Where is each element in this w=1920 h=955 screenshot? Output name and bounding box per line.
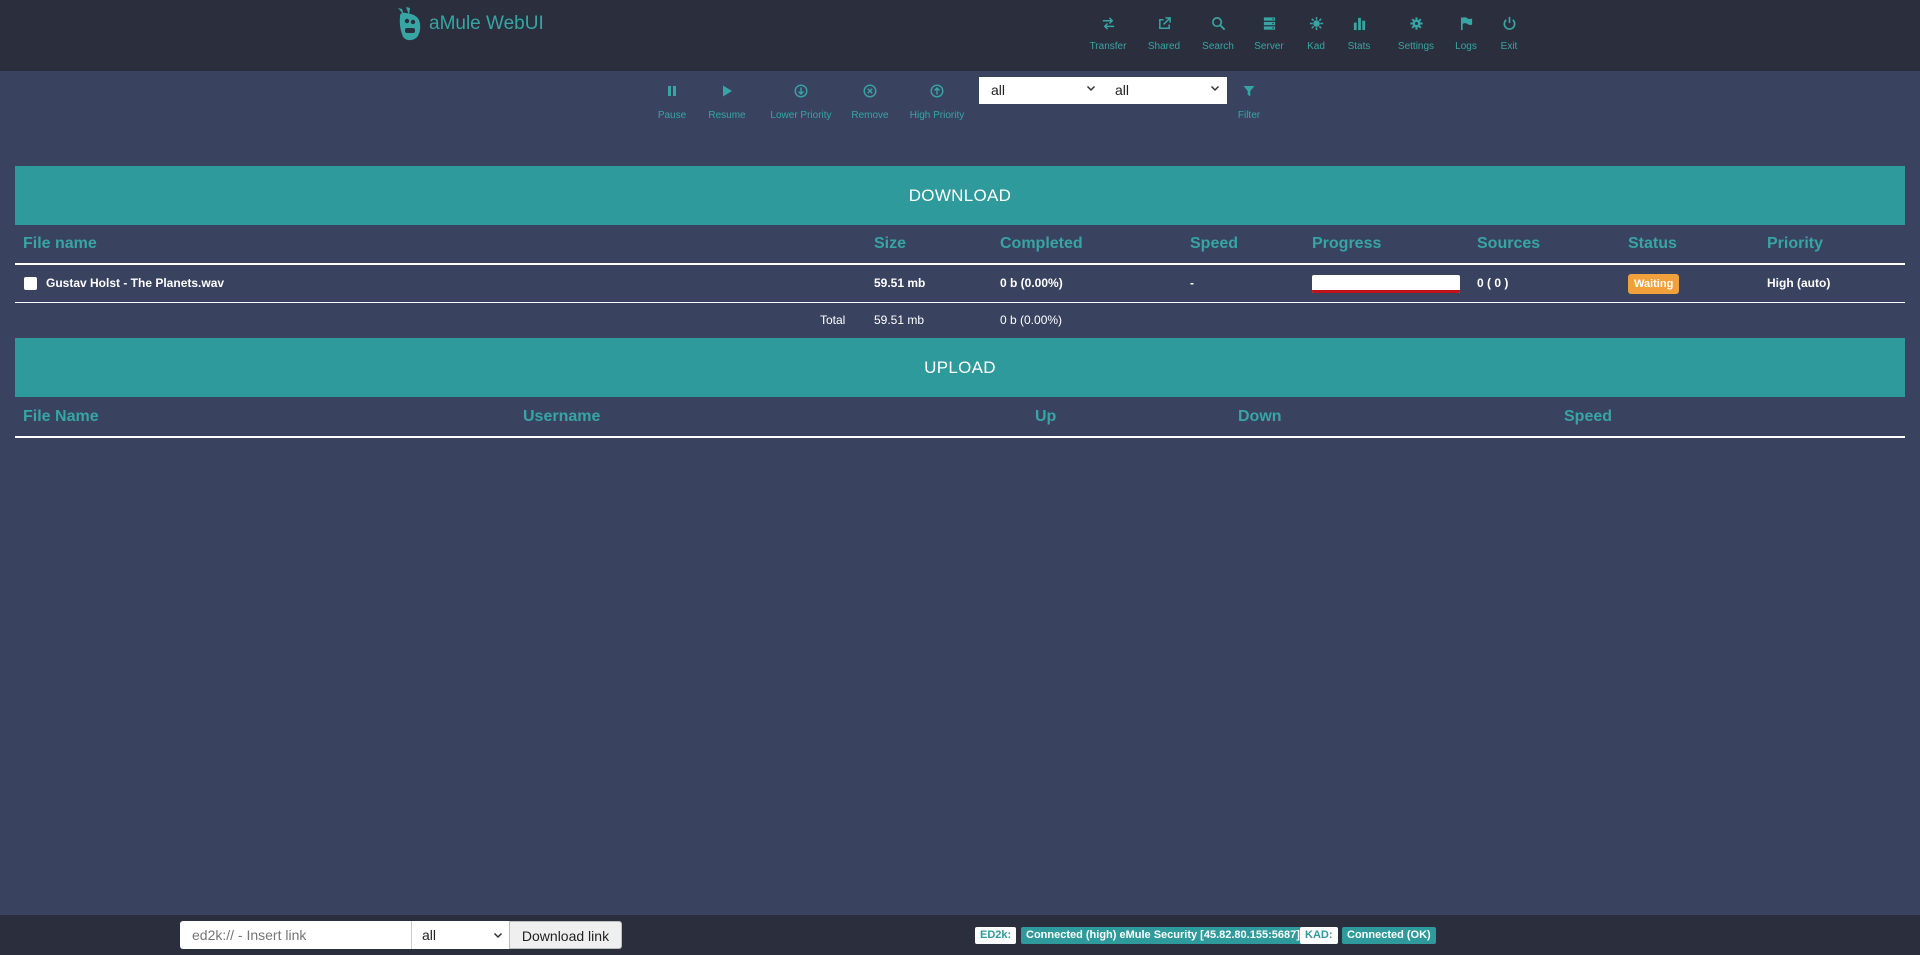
sources-cell: 0 ( 0 )	[1477, 276, 1509, 290]
download-section-header: DOWNLOAD	[15, 166, 1905, 225]
arrow-up-circle-icon	[930, 84, 944, 98]
app-logo[interactable]: aMule WebUI	[394, 6, 544, 42]
priority-cell: High (auto)	[1767, 276, 1831, 290]
col-down[interactable]: Down	[1238, 398, 1282, 436]
col-priority[interactable]: Priority	[1767, 225, 1823, 263]
top-header: aMule WebUI Transfer Shared Search Serve…	[0, 0, 1920, 71]
status-filter-value: all	[1115, 82, 1130, 98]
col-progress[interactable]: Progress	[1312, 225, 1381, 263]
col-sources[interactable]: Sources	[1477, 225, 1540, 263]
col-username[interactable]: Username	[523, 398, 600, 436]
total-label: Total	[820, 313, 846, 327]
category-filter-value: all	[991, 82, 1006, 98]
chevron-down-icon	[1086, 77, 1096, 104]
nav-shared-label: Shared	[1147, 41, 1181, 52]
upload-section-header: UPLOAD	[15, 338, 1905, 397]
size-cell: 59.51 mb	[874, 276, 926, 290]
kad-icon	[1309, 16, 1323, 30]
footer-bar: all Download link ED2k: Connected (high)…	[0, 915, 1920, 955]
col-status[interactable]: Status	[1628, 225, 1677, 263]
nav-exit[interactable]: Exit	[1479, 12, 1539, 52]
download-link-button[interactable]: Download link	[509, 921, 622, 949]
table-row[interactable]: Gustav Holst - The Planets.wav 59.51 mb …	[15, 265, 1905, 303]
chevron-down-icon	[493, 921, 503, 949]
flag-icon	[1460, 16, 1472, 30]
file-name-cell: Gustav Holst - The Planets.wav	[46, 276, 225, 290]
col-file-name[interactable]: File name	[23, 225, 97, 263]
col-up[interactable]: Up	[1035, 398, 1056, 436]
totals-row: Total 59.51 mb 0 b (0.00%)	[15, 303, 1905, 337]
chevron-down-icon	[1210, 77, 1220, 104]
x-circle-icon	[863, 84, 877, 98]
row-checkbox[interactable]	[24, 277, 37, 290]
upload-table-header: File Name Username Up Down Speed	[15, 398, 1905, 438]
col-speed[interactable]: Speed	[1190, 225, 1238, 263]
app-title: aMule WebUI	[429, 13, 544, 34]
col-upload-speed[interactable]: Speed	[1564, 398, 1612, 436]
pause-icon	[668, 86, 676, 96]
ed2k-status: Connected (high) eMule Security [45.82.8…	[1021, 927, 1305, 944]
progress-bar	[1312, 275, 1460, 293]
high-priority-button[interactable]: High Priority	[892, 80, 982, 121]
link-category-select[interactable]: all	[411, 921, 509, 949]
nav-transfer[interactable]: Transfer	[1078, 12, 1138, 52]
category-filter-select[interactable]: all	[979, 77, 1103, 104]
download-toolbar: Pause Resume Lower Priority Remove High …	[0, 80, 1920, 130]
progress-bar-track	[1312, 290, 1460, 293]
stats-icon	[1353, 17, 1365, 30]
status-badge: Waiting	[1628, 274, 1680, 294]
kad-label: KAD:	[1300, 927, 1338, 944]
filter-label: Filter	[1237, 110, 1261, 121]
col-completed[interactable]: Completed	[1000, 225, 1083, 263]
download-table-header: File name Size Completed Speed Progress …	[15, 225, 1905, 265]
total-completed: 0 b (0.00%)	[1000, 313, 1063, 327]
col-upload-file-name[interactable]: File Name	[23, 398, 99, 436]
filter-icon	[1243, 86, 1255, 97]
mule-logo-icon	[398, 7, 421, 41]
completed-cell: 0 b (0.00%)	[1000, 276, 1063, 290]
server-icon	[1263, 16, 1275, 30]
ed2k-link-input[interactable]	[180, 921, 412, 949]
share-icon	[1158, 16, 1171, 29]
high-priority-label: High Priority	[909, 110, 965, 121]
gear-icon	[1409, 16, 1423, 30]
nav-stats-label: Stats	[1347, 41, 1371, 52]
ed2k-label: ED2k:	[975, 927, 1017, 944]
arrow-down-circle-icon	[794, 84, 808, 98]
nav-stats[interactable]: Stats	[1329, 12, 1389, 52]
power-icon	[1503, 16, 1515, 30]
kad-status: Connected (OK)	[1342, 927, 1436, 944]
speed-cell: -	[1190, 276, 1194, 290]
search-icon	[1211, 16, 1225, 30]
col-size[interactable]: Size	[874, 225, 906, 263]
nav-transfer-label: Transfer	[1089, 41, 1127, 52]
nav-shared[interactable]: Shared	[1134, 12, 1194, 52]
link-category-value: all	[422, 927, 437, 943]
status-filter-select[interactable]: all	[1103, 77, 1227, 104]
transfer-icon	[1102, 16, 1114, 30]
play-icon	[723, 85, 732, 97]
nav-exit-label: Exit	[1500, 41, 1518, 52]
total-size: 59.51 mb	[874, 313, 925, 327]
